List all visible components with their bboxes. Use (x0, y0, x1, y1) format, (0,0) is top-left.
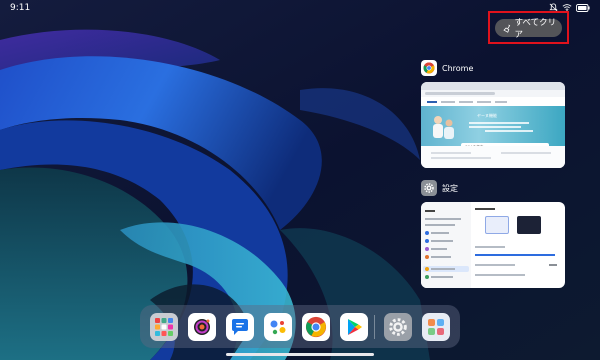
dock-separator (374, 315, 375, 339)
dock (140, 305, 460, 348)
people-photo (433, 116, 454, 139)
browser-tabbar (421, 82, 565, 90)
clear-all-highlight: すべてクリア (488, 11, 569, 44)
recent-card-chrome[interactable]: Chrome ヤーヌ機能 Q&Aを検索 (421, 60, 565, 168)
settings-preview[interactable] (421, 202, 565, 288)
play-store-icon[interactable] (340, 313, 368, 341)
card-title: 設定 (442, 183, 458, 193)
chrome-icon[interactable] (302, 313, 330, 341)
settings-gear-icon[interactable] (384, 313, 412, 341)
chrome-preview[interactable]: ヤーヌ機能 Q&Aを検索 (421, 82, 565, 168)
status-time: 9:11 (10, 3, 31, 13)
browser-address-bar (421, 90, 565, 97)
clear-all-label: すべてクリア (514, 18, 557, 40)
broom-icon (503, 24, 511, 33)
assistant-icon[interactable] (264, 313, 292, 341)
recent-card-settings[interactable]: 設定 (421, 180, 565, 288)
battery-icon (576, 3, 590, 12)
app-library-icon[interactable] (422, 313, 450, 341)
site-nav (421, 97, 565, 106)
hero-headline: ヤーヌ機能 (477, 113, 497, 118)
app-folder-icon[interactable] (150, 313, 178, 341)
home-indicator[interactable] (226, 353, 374, 356)
clear-all-button[interactable]: すべてクリア (495, 18, 562, 40)
card-header: Chrome (421, 60, 565, 76)
chrome-icon[interactable] (421, 60, 437, 76)
site-content (421, 146, 565, 168)
settings-main (475, 202, 565, 288)
card-header: 設定 (421, 180, 565, 196)
settings-sidebar (421, 202, 471, 288)
site-hero: ヤーヌ機能 Q&Aを検索 (421, 106, 565, 151)
card-title: Chrome (442, 63, 474, 73)
settings-gear-icon[interactable] (421, 180, 437, 196)
messages-icon[interactable] (226, 313, 254, 341)
camera-icon[interactable] (188, 313, 216, 341)
